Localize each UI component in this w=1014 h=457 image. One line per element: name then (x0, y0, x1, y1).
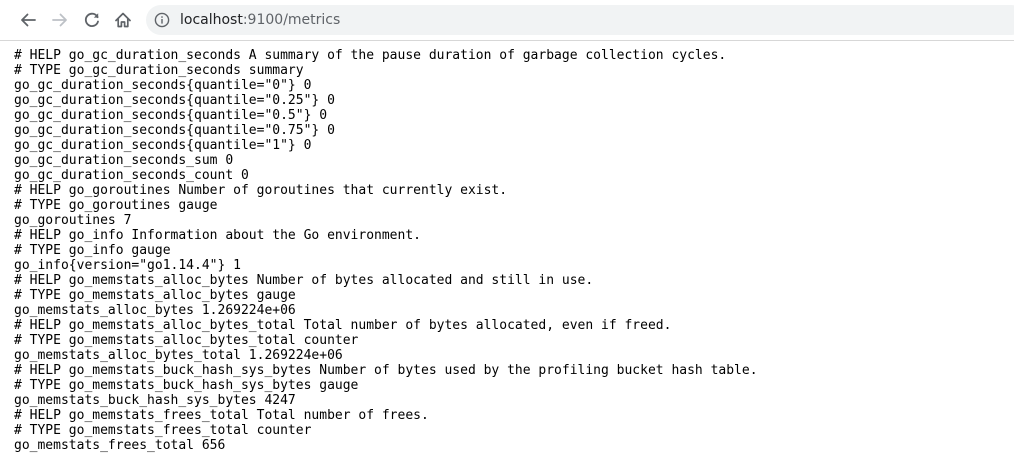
metric-comment-line: # TYPE go_gc_duration_seconds summary (14, 63, 304, 78)
reload-button[interactable] (80, 8, 104, 32)
metric-value-line: go_gc_duration_seconds{quantile="0"} 0 (14, 78, 312, 93)
url-path: :9100/metrics (242, 12, 341, 28)
metric-comment-line: # HELP go_gc_duration_seconds A summary … (14, 48, 727, 63)
metrics-text: # HELP go_gc_duration_seconds A summary … (0, 40, 1014, 453)
info-circle-icon[interactable] (154, 12, 170, 28)
url-host: localhost (180, 12, 243, 28)
arrow-right-icon (52, 13, 67, 27)
browser-toolbar: localhost:9100/metrics (0, 0, 1014, 41)
home-button[interactable] (111, 8, 135, 32)
reload-icon (84, 12, 99, 27)
page-content: # HELP go_gc_duration_seconds A summary … (0, 40, 1014, 457)
metric-comment-line: # HELP go_info Information about the Go … (14, 228, 421, 243)
metric-value-line: go_gc_duration_seconds{quantile="0.5"} 0 (14, 108, 328, 123)
metric-value-line: go_info{version="go1.14.4"} 1 (14, 258, 241, 273)
metric-value-line: go_memstats_frees_total 656 (14, 438, 226, 453)
metric-comment-line: # HELP go_memstats_alloc_bytes_total Tot… (14, 318, 672, 333)
metric-value-line: go_memstats_alloc_bytes_total 1.269224e+… (14, 348, 343, 363)
address-bar[interactable]: localhost:9100/metrics (146, 5, 1014, 35)
forward-button[interactable] (48, 8, 72, 32)
back-button[interactable] (16, 8, 40, 32)
metric-value-line: go_memstats_buck_hash_sys_bytes 4247 (14, 393, 296, 408)
metric-comment-line: # HELP go_memstats_alloc_bytes Number of… (14, 273, 594, 288)
metric-comment-line: # HELP go_goroutines Number of goroutine… (14, 183, 508, 198)
metric-comment-line: # TYPE go_goroutines gauge (14, 198, 218, 213)
metric-comment-line: # TYPE go_memstats_alloc_bytes_total cou… (14, 333, 359, 348)
metric-comment-line: # TYPE go_memstats_alloc_bytes gauge (14, 288, 296, 303)
metric-comment-line: # TYPE go_info gauge (14, 243, 171, 258)
metric-comment-line: # HELP go_memstats_buck_hash_sys_bytes N… (14, 363, 758, 378)
metric-value-line: go_memstats_alloc_bytes 1.269224e+06 (14, 303, 296, 318)
metric-value-line: go_gc_duration_seconds_count 0 (14, 168, 249, 183)
metric-value-line: go_gc_duration_seconds_sum 0 (14, 153, 234, 168)
metric-comment-line: # TYPE go_memstats_buck_hash_sys_bytes g… (14, 378, 359, 393)
arrow-left-icon (21, 13, 36, 27)
metric-value-line: go_gc_duration_seconds{quantile="0.25"} … (14, 93, 335, 108)
url-text: localhost:9100/metrics (180, 11, 340, 29)
metric-comment-line: # HELP go_memstats_frees_total Total num… (14, 408, 429, 423)
metric-value-line: go_gc_duration_seconds{quantile="0.75"} … (14, 123, 335, 138)
metric-value-line: go_goroutines 7 (14, 213, 132, 228)
metric-value-line: go_gc_duration_seconds{quantile="1"} 0 (14, 138, 312, 153)
metric-comment-line: # TYPE go_memstats_frees_total counter (14, 423, 312, 438)
home-icon (115, 12, 131, 28)
